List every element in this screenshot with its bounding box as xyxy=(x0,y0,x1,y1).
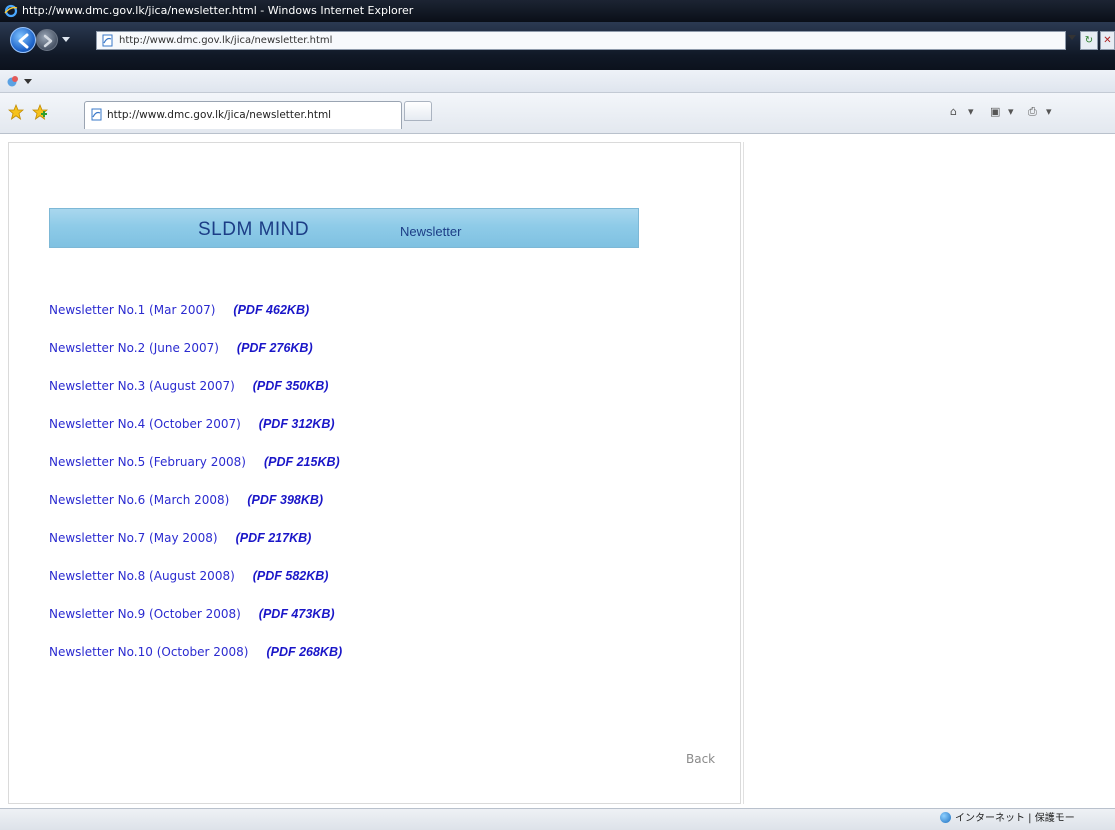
add-favorites-icon[interactable] xyxy=(32,104,48,120)
newsletter-link[interactable]: Newsletter No.8 (August 2008) xyxy=(49,569,235,583)
command-bar: ⌂ ▾ ▣ ▾ ⎙ ▾ xyxy=(950,105,1115,123)
page-content: SLDM MIND Newsletter Newsletter No.1 (Ma… xyxy=(0,134,1115,808)
pdf-link[interactable]: (PDF 312KB) xyxy=(259,417,335,431)
list-item: Newsletter No.5 (February 2008) (PDF 215K… xyxy=(49,453,340,471)
pdf-link[interactable]: (PDF 276KB) xyxy=(237,341,313,355)
list-item: Newsletter No.1 (Mar 2007) (PDF 462KB) xyxy=(49,301,309,319)
newsletter-link[interactable]: Newsletter No.6 (March 2008) xyxy=(49,493,229,507)
window-title: http://www.dmc.gov.lk/jica/newsletter.ht… xyxy=(22,4,414,17)
list-item: Newsletter No.2 (June 2007) (PDF 276KB) xyxy=(49,339,313,357)
newsletter-link[interactable]: Newsletter No.7 (May 2008) xyxy=(49,531,218,545)
newsletter-banner: SLDM MIND Newsletter xyxy=(49,208,639,248)
tab-current[interactable]: http://www.dmc.gov.lk/jica/newsletter.ht… xyxy=(84,101,402,129)
newsletter-link[interactable]: Newsletter No.9 (October 2008) xyxy=(49,607,241,621)
list-item: Newsletter No.7 (May 2008) (PDF 217KB) xyxy=(49,529,311,547)
newsletter-link[interactable]: Newsletter No.3 (August 2007) xyxy=(49,379,235,393)
banner-title: SLDM MIND xyxy=(198,219,310,240)
toolbar-icon[interactable] xyxy=(6,74,20,88)
stop-icon: ✕ xyxy=(1103,35,1112,46)
print-icon[interactable]: ⎙ xyxy=(1028,105,1037,119)
favorites-star-icon[interactable] xyxy=(8,104,24,120)
pdf-link[interactable]: (PDF 215KB) xyxy=(264,455,340,469)
list-item: Newsletter No.3 (August 2007) (PDF 350KB) xyxy=(49,377,328,395)
recent-pages-dropdown[interactable] xyxy=(62,37,70,42)
address-dropdown[interactable] xyxy=(1068,35,1076,40)
forward-button[interactable] xyxy=(36,29,58,51)
toolbar-dropdown[interactable] xyxy=(24,79,32,84)
list-item: Newsletter No.6 (March 2008) (PDF 398KB) xyxy=(49,491,323,509)
pdf-link[interactable]: (PDF 350KB) xyxy=(253,379,329,393)
page-icon xyxy=(102,34,113,47)
home-icon[interactable]: ⌂ xyxy=(950,105,957,118)
globe-icon xyxy=(940,812,951,823)
chevron-down-icon[interactable]: ▾ xyxy=(968,105,974,118)
list-item: Newsletter No.8 (August 2008) (PDF 582KB) xyxy=(49,567,328,585)
main-panel: SLDM MIND Newsletter Newsletter No.1 (Ma… xyxy=(8,142,741,804)
list-item: Newsletter No.4 (October 2007) (PDF 312KB… xyxy=(49,415,335,433)
right-panel xyxy=(743,142,1115,804)
pdf-link[interactable]: (PDF 398KB) xyxy=(247,493,323,507)
address-toolbar: http://www.dmc.gov.lk/jica/newsletter.ht… xyxy=(0,22,1115,70)
tab-label: http://www.dmc.gov.lk/jica/newsletter.ht… xyxy=(107,109,332,121)
pdf-link[interactable]: (PDF 462KB) xyxy=(233,303,309,317)
refresh-icon: ↻ xyxy=(1084,35,1094,46)
stop-button[interactable]: ✕ xyxy=(1100,31,1115,50)
pdf-link[interactable]: (PDF 582KB) xyxy=(253,569,329,583)
tab-bar: http://www.dmc.gov.lk/jica/newsletter.ht… xyxy=(0,93,1115,134)
security-zone[interactable]: インターネット | 保護モー xyxy=(940,809,1075,829)
list-item: Newsletter No.10 (October 2008) (PDF 268K… xyxy=(49,643,342,661)
status-bar: インターネット | 保護モー xyxy=(0,808,1115,830)
ie-logo-icon xyxy=(4,4,18,18)
newsletter-link[interactable]: Newsletter No.4 (October 2007) xyxy=(49,417,241,431)
back-arrow-icon xyxy=(18,33,29,49)
banner-subtitle: Newsletter xyxy=(400,224,462,239)
zone-label: インターネット | 保護モー xyxy=(955,813,1075,824)
back-button[interactable] xyxy=(10,27,36,53)
address-input[interactable]: http://www.dmc.gov.lk/jica/newsletter.ht… xyxy=(96,31,1066,50)
list-item: Newsletter No.9 (October 2008) (PDF 473KB… xyxy=(49,605,335,623)
chevron-down-icon[interactable]: ▾ xyxy=(1008,105,1014,118)
chevron-down-icon[interactable]: ▾ xyxy=(1046,105,1052,118)
newsletter-link[interactable]: Newsletter No.10 (October 2008) xyxy=(49,645,248,659)
links-toolbar xyxy=(0,70,1115,93)
pdf-link[interactable]: (PDF 217KB) xyxy=(236,531,312,545)
window-title-bar: http://www.dmc.gov.lk/jica/newsletter.ht… xyxy=(0,0,1115,22)
newsletter-link[interactable]: Newsletter No.1 (Mar 2007) xyxy=(49,303,215,317)
pdf-link[interactable]: (PDF 268KB) xyxy=(266,645,342,659)
page-icon xyxy=(91,108,102,121)
address-url-text: http://www.dmc.gov.lk/jica/newsletter.ht… xyxy=(119,35,333,46)
new-tab-button[interactable] xyxy=(404,101,432,121)
feeds-icon[interactable]: ▣ xyxy=(990,105,1000,118)
back-link[interactable]: Back xyxy=(686,752,715,766)
pdf-link[interactable]: (PDF 473KB) xyxy=(259,607,335,621)
newsletter-link[interactable]: Newsletter No.5 (February 2008) xyxy=(49,455,246,469)
forward-arrow-icon xyxy=(43,34,53,48)
refresh-button[interactable]: ↻ xyxy=(1080,31,1098,50)
newsletter-link[interactable]: Newsletter No.2 (June 2007) xyxy=(49,341,219,355)
